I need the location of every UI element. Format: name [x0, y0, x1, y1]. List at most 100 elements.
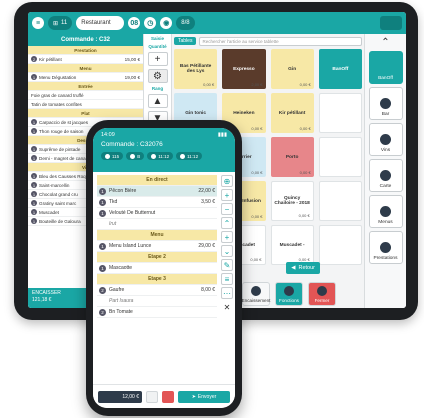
qty-badge: 2 — [31, 56, 37, 62]
product-tile[interactable]: BanOff — [318, 49, 362, 89]
phone-order-list: En direct 1 Pêcon Bière 22,00 €1 Tkd 3,50 €1 V… — [93, 172, 219, 384]
product-tile[interactable]: Muscadet -0,00 € — [270, 225, 314, 265]
order-line[interactable]: Foie gras de canard truffé — [28, 91, 143, 100]
phone-line-label: Bn Tomate — [109, 309, 133, 315]
category-carte[interactable]: Carte — [368, 159, 403, 192]
retour-button[interactable]: ◀ Retour — [286, 262, 320, 274]
order-line-label: Muscadet — [39, 209, 59, 215]
article-search-input[interactable]: Rechercher l'article au service tablette — [199, 36, 362, 46]
fonctions-icon — [284, 286, 294, 296]
product-tile[interactable] — [318, 137, 362, 177]
phone-more-button[interactable]: ⋯ — [221, 287, 233, 299]
category-banoff[interactable]: BanOff — [368, 51, 403, 84]
phone-line-label: Pêcon Bière — [109, 188, 137, 194]
product-price: 0,00 € — [251, 170, 263, 175]
phone-order-line[interactable]: 1 Mascaotte — [97, 263, 217, 274]
order-line[interactable]: 1 Menu Dégustation 19,00 € — [28, 73, 143, 82]
category-prestations[interactable]: Prestations — [368, 231, 403, 264]
phone-plus-circle-button[interactable]: ⊕ — [221, 175, 233, 187]
product-tile[interactable]: Gin 0,00 € — [270, 49, 314, 89]
order-line[interactable]: 2 Kir pétillant 15,00 € — [28, 55, 143, 64]
qty-badge: 1 — [99, 198, 106, 206]
order-line-label: Gratiny saint marc — [39, 200, 77, 206]
phone-chip[interactable]: 11:12 — [147, 152, 174, 160]
product-tile[interactable]: Kir pétillant 0,00 € — [270, 93, 314, 133]
order-line-label: Chocolat grand cru — [39, 191, 78, 197]
phone-line-price: 3,50 € — [201, 199, 215, 205]
phone-add-button[interactable]: + — [221, 231, 233, 243]
product-tile[interactable]: Porto 0,00 € — [270, 137, 314, 177]
send-label: Envoyer — [197, 393, 217, 400]
product-tile[interactable]: Expresso 2,00 € — [222, 49, 266, 89]
toolbar-button-fermer[interactable]: Fermer — [308, 282, 336, 306]
phone-list-button[interactable]: ≡ — [221, 273, 233, 285]
product-tile[interactable]: Quincy Chailoire - 2018 0,00 € — [270, 181, 314, 221]
product-tile[interactable] — [318, 181, 362, 221]
phone-order-line[interactable]: 2 Bn Tomate — [97, 307, 217, 318]
quantity-label: Quantité — [148, 44, 167, 49]
room-chip[interactable]: Restaurant — [76, 16, 125, 30]
phone-delete-button[interactable] — [162, 390, 174, 403]
phone-chip[interactable]: 11:12 — [176, 152, 203, 160]
qty-badge: 1 — [31, 218, 37, 224]
qty-badge: 2 — [99, 308, 106, 316]
phone-order-line[interactable]: 1 Tkd 3,50 € — [97, 197, 217, 208]
chip-label: 11:12 — [158, 153, 170, 159]
phone-chip[interactable]: B — [126, 152, 145, 160]
category-menus[interactable]: Menus — [368, 195, 403, 228]
phone-settings-button[interactable] — [146, 390, 158, 403]
category-label: Bar — [381, 112, 390, 117]
phone-line-note: Irut — [97, 219, 217, 230]
product-name: Bas Pétillante des Lys — [179, 64, 212, 74]
gear-button[interactable]: ⚙ — [147, 69, 168, 83]
plus-button[interactable]: + — [147, 52, 168, 66]
phone-section-header: En direct — [97, 175, 217, 186]
phone-up-button[interactable]: ⌃ — [221, 217, 233, 229]
phone-order-line[interactable]: 1 Pêcon Bière 22,00 € — [97, 186, 217, 197]
toolbar-button-encaissement[interactable]: Encaissement — [242, 282, 270, 306]
phone-minus-button[interactable]: − — [221, 203, 233, 215]
qty-badge: 1 — [31, 74, 37, 80]
product-name: Heineken — [233, 110, 255, 116]
phone-screen: 14:09 ▮▮▮ Commande : C32076 115 B 11:12 11:… — [93, 128, 235, 408]
category-vins[interactable]: Vins — [368, 123, 403, 156]
send-button[interactable]: ➤ Envoyer — [178, 390, 230, 403]
table-icon: ⊞ — [53, 20, 59, 27]
rang-up-button[interactable]: ▲ — [147, 94, 168, 108]
product-name: Gin — [288, 66, 297, 72]
product-name: Quincy Chailoire - 2018 — [274, 196, 310, 206]
phone-chip[interactable]: 115 — [101, 152, 124, 160]
menu-icon[interactable]: ≡ — [32, 17, 44, 29]
app-logo — [380, 16, 402, 30]
phone-line-price: 22,00 € — [198, 188, 215, 194]
phone-edit-button[interactable]: ✎ — [221, 259, 233, 271]
user-icon[interactable]: ◉ — [160, 17, 173, 29]
phone-total[interactable]: 12,00 € — [98, 390, 142, 403]
qty-badge: 1 — [31, 209, 37, 215]
table-chip[interactable]: ⊞ 11 — [48, 16, 73, 30]
encaissement-icon — [251, 286, 261, 296]
toolbar-button-fonctions[interactable]: Fonctions — [275, 282, 303, 306]
phone-close-icon[interactable]: ✕ — [221, 301, 233, 313]
product-tile[interactable] — [318, 225, 362, 265]
phone-line-label: Tkd — [109, 199, 118, 205]
qty-badge: 1 — [31, 155, 37, 161]
phone-down-button[interactable]: ⌄ — [221, 245, 233, 257]
chevron-up-icon[interactable]: ⌃ — [371, 36, 401, 48]
phone-plus-button[interactable]: + — [221, 189, 233, 201]
order-line-price: 19,00 € — [124, 74, 140, 80]
category-bar[interactable]: Bar — [368, 87, 403, 120]
phone-order-title: Commande : C32076 — [101, 141, 163, 148]
order-line[interactable]: Tatin de tomates confites — [28, 100, 143, 109]
phone-order-line[interactable]: 2 Gaufre 8,00 € — [97, 285, 217, 296]
product-tile[interactable]: Bas Pétillante des Lys 0,00 € — [174, 49, 218, 89]
tables-tab[interactable]: Tables — [174, 37, 197, 45]
phone-order-line[interactable]: 1 Menu Island Lunce 29,00 € — [97, 241, 217, 252]
product-tile[interactable] — [318, 93, 362, 133]
phone-section-header: Etape 2 — [97, 252, 217, 263]
clock-icon[interactable]: ◷ — [144, 17, 157, 29]
phone-order-line[interactable]: 1 Velouté De Butternut — [97, 208, 217, 219]
phone-side-controls: ⊕ + − ⌃ + ⌄ ✎ ≡ ⋯ ✕ — [219, 172, 235, 384]
qty-badge: 1 — [99, 264, 106, 272]
covers-chip[interactable]: 8/8 — [176, 16, 195, 30]
